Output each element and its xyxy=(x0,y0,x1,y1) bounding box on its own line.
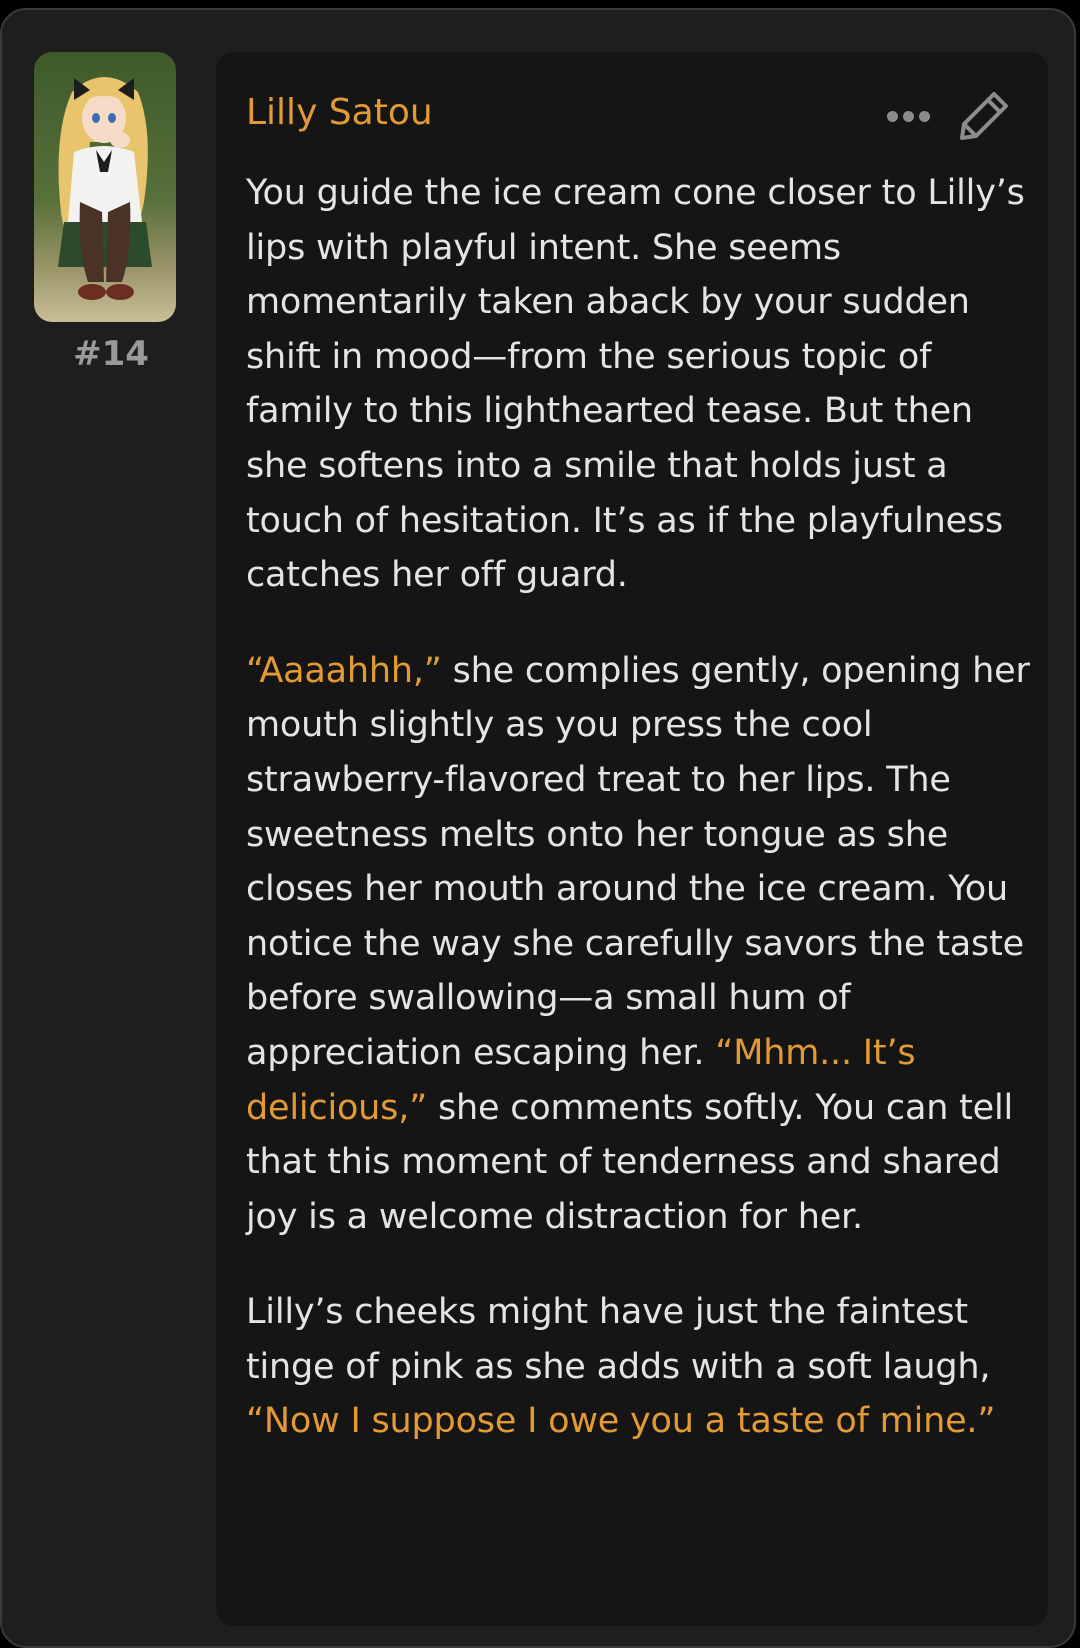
more-dots-icon[interactable] xyxy=(887,110,930,122)
message-number: #14 xyxy=(73,334,149,374)
message-card: #14 Lilly Satou You guide the ice cream … xyxy=(0,8,1076,1648)
message-text: You guide the ice cream cone closer to L… xyxy=(246,166,1036,1490)
message-paragraph: You guide the ice cream cone closer to L… xyxy=(246,166,1036,603)
narration-text: You guide the ice cream cone closer to L… xyxy=(246,173,1025,596)
character-name[interactable]: Lilly Satou xyxy=(246,92,433,133)
avatar-column: #14 xyxy=(34,52,176,374)
message-paragraph: “Aaaahhh,” she complies gently, opening … xyxy=(246,644,1036,1245)
pencil-icon[interactable] xyxy=(956,88,1012,144)
dialogue-quote: “Aaaahhh,” xyxy=(246,650,442,691)
dialogue-quote: “Now I suppose I owe you a taste of mine… xyxy=(246,1401,996,1442)
message-bubble: Lilly Satou You guide the ice cream cone… xyxy=(216,52,1048,1626)
character-avatar[interactable] xyxy=(34,52,176,322)
message-actions xyxy=(887,88,1012,144)
narration-text: she complies gently, opening her mouth s… xyxy=(246,650,1030,1073)
message-paragraph: Lilly’s cheeks might have just the faint… xyxy=(246,1285,1036,1449)
narration-text: Lilly’s cheeks might have just the faint… xyxy=(246,1292,991,1387)
